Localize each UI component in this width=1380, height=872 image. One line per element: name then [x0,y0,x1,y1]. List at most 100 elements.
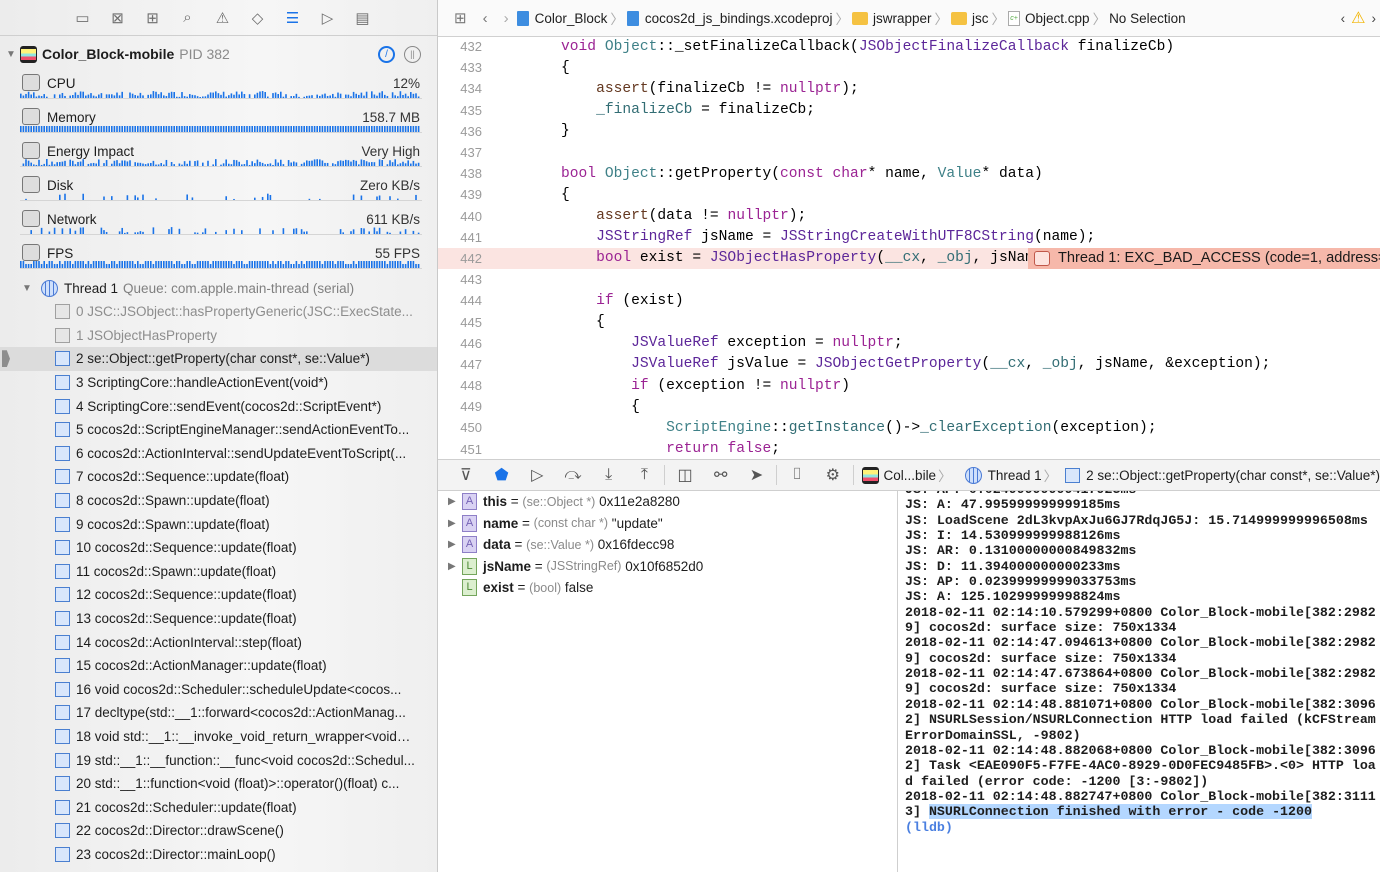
lldb-prompt[interactable]: (lldb) [905,820,1380,835]
stack-frame[interactable]: 2 se::Object::getProperty(char const*, s… [0,347,437,371]
stack-frame[interactable]: 20 std::__1::function<void (float)>::ope… [0,772,437,796]
report-icon[interactable]: ▤ [354,9,372,27]
source-control-icon[interactable]: ⊠ [109,9,127,27]
stack-frame[interactable]: 8 cocos2d::Spawn::update(float) [0,489,437,513]
code-token: JSStringCreateWithUTF8CString [779,229,1034,246]
step-out-icon[interactable]: ⤒ [627,466,663,484]
back-icon[interactable]: ‹ [483,10,488,27]
hide-debug-area-icon[interactable]: ⊽ [448,465,484,485]
crumb-label: jswrapper [872,10,932,26]
stack-frame[interactable]: 4 ScriptingCore::sendEvent(cocos2d::Scri… [0,394,437,418]
variable-value: false [564,580,594,596]
crumb-label: Color_Block [534,10,608,26]
stack-frame-label: 10 cocos2d::Sequence::update(float) [76,540,297,556]
stack-frame[interactable]: 17 decltype(std::__1::forward<cocos2d::A… [0,701,437,725]
user-frame-icon [55,799,70,815]
previous-issue-icon[interactable]: ‹ [1341,11,1346,26]
symbol-icon[interactable]: ⊞ [144,9,162,27]
stack-frame[interactable]: 3 ScriptingCore::handleActionEvent(void*… [0,371,437,395]
gauge-icon[interactable]: / [378,45,395,63]
debug-crumb-process[interactable]: Col...bile [861,466,936,484]
crumb-xcodeproj[interactable]: cocos2d_js_bindings.xcodeproj [626,10,832,26]
test-diamond-icon[interactable]: ◇ [249,9,267,27]
stack-frame[interactable]: 6 cocos2d::ActionInterval::sendUpdateEve… [0,442,437,466]
disclosure-triangle-icon[interactable]: ▼ [6,49,20,60]
debug-crumb-frame[interactable]: 2 se::Object::getProperty(char const*, s… [1065,467,1380,483]
memory-graph-icon[interactable]: ⚯ [703,465,739,485]
variable-name: jsName [483,558,532,574]
location-icon[interactable]: ➤ [739,465,775,485]
find-icon[interactable]: ⌕ [179,9,197,27]
next-issue-icon[interactable]: › [1372,11,1377,26]
gear-icon[interactable]: ⚙ [815,465,851,485]
stack-frame[interactable]: 11 cocos2d::Spawn::update(float) [0,560,437,584]
process-row[interactable]: ▼ Color_Block-mobile PID 382 / || [6,43,421,65]
gauge-network[interactable]: Network 611 KB/s [20,210,422,246]
stack-frame[interactable]: 10 cocos2d::Sequence::update(float) [0,536,437,560]
gauge-cpu[interactable]: CPU 12% [20,74,422,110]
breakpoint-icon[interactable]: ▷ [319,9,337,27]
stack-frame[interactable]: 0 JSC::JSObject::hasPropertyGeneric(JSC:… [0,300,437,324]
stack-frame[interactable]: 13 cocos2d::Sequence::update(float) [0,607,437,631]
disclosure-triangle-icon[interactable]: ▶ [448,539,458,550]
variable-row[interactable]: ▶ Athis = (se::Object *) 0x11e2a8280 [438,491,897,513]
step-over-icon[interactable]: ⤼ [555,466,591,484]
stack-frame[interactable]: 9 cocos2d::Spawn::update(float) [0,512,437,536]
step-into-icon[interactable]: ⤓ [591,466,627,484]
stack-frame[interactable]: 16 void cocos2d::Scheduler::scheduleUpda… [0,678,437,702]
variable-row[interactable]: ▶ Adata = (se::Value *) 0x16fdecc98 [438,534,897,556]
thread-row[interactable]: ▼ Thread 1 Queue: com.apple.main-thread … [22,278,354,298]
code-token: ) [841,377,851,394]
variable-row[interactable]: ▶ LjsName = (JSStringRef) 0x10f6852d0 [438,556,897,578]
stack-frame-label: 16 void cocos2d::Scheduler::scheduleUpda… [76,681,402,697]
view-hierarchy-icon[interactable]: ◫ [667,465,703,485]
variable-row[interactable]: Lexist = (bool) false [438,577,897,599]
gauge-energy-impact[interactable]: Energy Impact Very High [20,142,422,178]
issue-warning-icon[interactable]: ⚠ [214,9,232,27]
stack-frame[interactable]: 22 cocos2d::Director::drawScene() [0,819,437,843]
stack-frame[interactable]: 18 void std::__1::__invoke_void_return_w… [0,725,437,749]
variable-row[interactable]: ▶ Aname = (const char *) "update" [438,513,897,535]
debug-crumb-thread[interactable]: Thread 1 [960,466,1042,484]
crumb-file[interactable]: c+ Object.cpp [1008,10,1090,26]
disclosure-triangle-icon[interactable]: ▶ [448,561,458,572]
camera-icon[interactable]: ⌷ [779,466,815,484]
gauge-memory[interactable]: Memory 158.7 MB [20,108,422,144]
crumb-jswrapper[interactable]: jswrapper [851,10,932,26]
stack-frame-label: 19 std::__1::__function::__func<void coc… [76,752,415,768]
stack-frame[interactable]: 7 cocos2d::Sequence::update(float) [0,465,437,489]
disclosure-triangle-icon[interactable]: ▶ [448,518,458,529]
gauge-fps[interactable]: FPS 55 FPS [20,244,422,280]
stack-frame[interactable]: 19 std::__1::__function::__func<void coc… [0,748,437,772]
code-token: :: [771,419,789,436]
source-editor[interactable]: 432 void Object::_setFinalizeCallback(JS… [438,36,1380,456]
crumb-project[interactable]: Color_Block [516,10,608,26]
console-output[interactable]: JS: AP: 0.02499999999417923msJS: A: 47.9… [899,491,1380,872]
related-items-icon[interactable]: ⊞ [454,9,467,27]
breakpoints-toggle-icon[interactable]: ⬟ [484,465,520,485]
crumb-jsc[interactable]: jsc [951,11,989,26]
equals-sign: = [507,494,523,510]
stack-frame[interactable]: 5 cocos2d::ScriptEngineManager::sendActi… [0,418,437,442]
debug-list-icon[interactable]: ☰ [284,9,302,27]
continue-icon[interactable]: ▷ [519,465,555,485]
variables-view[interactable]: ▶ Athis = (se::Object *) 0x11e2a8280 ▶ Anam… [438,491,898,872]
disclosure-triangle-icon[interactable]: ▶ [448,496,458,507]
gauge-disk[interactable]: Disk Zero KB/s [20,176,422,212]
stack-frame[interactable]: 21 cocos2d::Scheduler::update(float) [0,795,437,819]
pause-threads-icon[interactable]: || [404,45,421,63]
code-token: (exception != [648,377,780,394]
stack-frame[interactable]: 12 cocos2d::Sequence::update(float) [0,583,437,607]
stack-frame[interactable]: 1 JSObjectHasProperty [0,324,437,348]
crumb-selection[interactable]: No Selection [1109,11,1186,26]
stack-frame[interactable]: 23 cocos2d::Director::mainLoop() [0,843,437,867]
stack-frame[interactable]: 14 cocos2d::ActionInterval::step(float) [0,630,437,654]
warning-icon[interactable]: ⚠ [1351,8,1365,28]
stack-frame[interactable]: 15 cocos2d::ActionManager::update(float) [0,654,437,678]
folder-icon[interactable]: ▭ [74,9,92,27]
error-banner[interactable]: Thread 1: EXC_BAD_ACCESS (code=1, addres… [1028,247,1380,270]
disclosure-triangle-icon[interactable]: ▼ [22,283,36,294]
forward-icon[interactable]: › [504,10,509,27]
